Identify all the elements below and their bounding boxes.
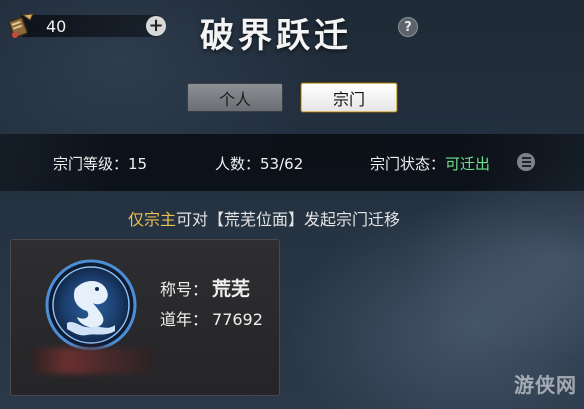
sect-level-label: 宗门等级： (53, 155, 129, 173)
page-title: 破界跃迁 (200, 16, 352, 56)
notice-text: 可对【荒芜位面】发起宗门迁移 (176, 210, 401, 229)
dao-years-value: 77692 (212, 310, 263, 329)
dao-years-label: 道年： (160, 310, 209, 329)
add-currency-button[interactable]: + (146, 16, 166, 36)
currency-bar (20, 15, 160, 37)
sect-status-label: 宗门状态： (370, 155, 446, 173)
list-icon[interactable] (517, 153, 535, 171)
notice-highlight: 仅宗主 (128, 210, 177, 229)
member-count-value: 53/62 (260, 155, 304, 173)
sect-level: 宗门等级：15 (53, 153, 147, 174)
member-count: 人数：53/62 (215, 153, 303, 174)
help-button[interactable]: ? (398, 17, 418, 37)
tab-sect[interactable]: 宗门 (301, 83, 397, 112)
title-label: 称号： (160, 280, 209, 299)
member-count-label: 人数： (215, 155, 261, 173)
sect-status-value: 可迁出 (445, 155, 491, 173)
sect-status: 宗门状态：可迁出 (370, 153, 490, 174)
dragon-emblem-icon (45, 259, 137, 351)
migration-notice: 仅宗主可对【荒芜位面】发起宗门迁移 (128, 206, 400, 230)
ink-brush-scroll-icon (8, 13, 34, 39)
question-icon: ? (404, 19, 412, 35)
blurred-leader-name (30, 348, 155, 374)
title-value: 荒芜 (212, 278, 251, 300)
dao-years-row: 道年： 77692 (160, 306, 263, 330)
watermark: 游侠网 (514, 373, 577, 397)
plus-icon: + (148, 15, 164, 36)
currency-display: 40 + (6, 11, 166, 41)
tab-personal[interactable]: 个人 (187, 83, 283, 112)
currency-value: 40 (46, 16, 67, 36)
sect-level-value: 15 (128, 155, 148, 173)
title-row: 称号： 荒芜 (160, 274, 250, 301)
